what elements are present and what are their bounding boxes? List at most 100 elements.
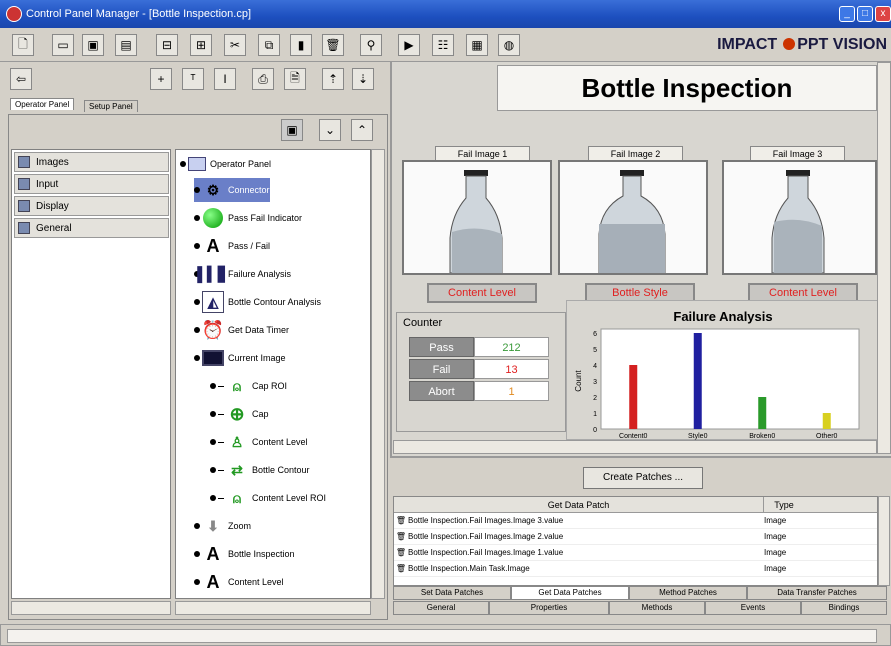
category-label: Display [36,200,69,212]
trash-icon[interactable]: 🗑 [394,532,408,541]
tree-item-cap-roi[interactable]: ⍝ Cap ROI [210,374,287,398]
tab-set-data-patches[interactable]: Set Data Patches [393,586,511,600]
tab-bindings[interactable]: Bindings [801,601,887,615]
add-icon[interactable]: + [150,68,172,90]
globe-icon[interactable]: ◍ [498,34,520,56]
canvas-vscrollbar[interactable] [877,62,891,454]
category-images[interactable]: Images [14,152,169,172]
text-cursor-icon[interactable]: I [214,68,236,90]
category-general[interactable]: General [14,218,169,238]
save-all-icon[interactable]: ▤ [115,34,137,56]
run-icon[interactable]: ▶ [398,34,420,56]
tree-bullet [194,243,200,249]
tree-bullet [194,523,200,529]
bottom-hscrollbar[interactable] [7,629,877,643]
tab-method-patches[interactable]: Method Patches [629,586,747,600]
properties-icon[interactable]: ☷ [432,34,454,56]
trash-icon[interactable]: 🗑 [394,516,408,525]
tab-events[interactable]: Events [705,601,801,615]
tree-item-zoom[interactable]: ⬇ Zoom [194,514,251,538]
main-toolbar: 🗋 ▭ ▣ ▤ ⊟ ⊞ ✂ ⧉ ▮ 🗑 ⚲ ▶ ☷ ▦ ◍ IMPACT PPT … [0,28,891,62]
close-button[interactable]: x [875,6,891,22]
paste-icon[interactable]: ▮ [290,34,312,56]
copy-icon[interactable]: ⧉ [258,34,280,56]
import-icon[interactable]: ⊟ [156,34,178,56]
tree-item-content-level-roi[interactable]: ⍝ Content Level ROI [210,486,326,510]
tree-item-content-level-text[interactable]: A Content Level [194,570,284,594]
label-tool-icon[interactable]: ᵀ [182,68,204,90]
category-input[interactable]: Input [14,174,169,194]
tree-label: Bottle Contour [252,465,310,475]
tree-item-bottle-contour-analysis[interactable]: ◭ Bottle Contour Analysis [194,290,321,314]
patches-vscrollbar[interactable] [878,496,890,586]
tab-operator-panel[interactable]: Operator Panel [10,98,75,110]
find-icon[interactable]: ⚲ [360,34,382,56]
col-get-data-patch[interactable]: Get Data Patch [394,497,764,512]
trash-icon[interactable]: 🗑 [394,548,408,557]
chevron-down-icon[interactable]: ⌄ [319,119,341,141]
category-label: General [36,222,72,234]
open-folder-icon[interactable]: ▭ [52,34,74,56]
tab-setup-panel[interactable]: Setup Panel [84,100,138,112]
tab-get-data-patches[interactable]: Get Data Patches [511,586,629,600]
bar-style0 [693,333,702,429]
delete-icon[interactable]: 🗑 [322,34,344,56]
tree-item-bottle-contour[interactable]: ⇄ Bottle Contour [210,458,310,482]
x-tick-label: Broken0 [749,433,775,440]
tree-label: Failure Analysis [228,269,292,279]
export-icon[interactable]: ⊞ [190,34,212,56]
tree-item-connector[interactable]: ⚙ Connector [194,178,270,202]
canvas-hscrollbar[interactable] [393,440,877,454]
tree-bullet [194,551,200,557]
patch-type: Image [764,564,787,573]
grid-icon[interactable]: ▦ [466,34,488,56]
tree-vscrollbar[interactable] [371,149,385,599]
table-header: Get Data Patch Type [394,497,877,513]
move-up-icon[interactable]: ⇡ [322,68,344,90]
collapse-icon[interactable]: ▣ [281,119,303,141]
category-hscrollbar[interactable] [11,601,171,615]
table-row[interactable]: 🗑 Bottle Inspection.Fail Images.Image 2.v… [394,529,877,545]
tab-properties[interactable]: Properties [489,601,609,615]
move-down-icon[interactable]: ⇣ [352,68,374,90]
chevron-up-icon[interactable]: ⌃ [351,119,373,141]
maximize-button[interactable]: □ [857,6,873,22]
tree-item-current-image[interactable]: Current Image [194,346,286,370]
tree-hscrollbar[interactable] [175,601,371,615]
tree-root[interactable]: Operator Panel [180,152,271,176]
counter-group: Counter Pass 212 Fail 13 Abort 1 [396,312,566,432]
tree-item-bottle-inspection[interactable]: A Bottle Inspection [194,542,295,566]
tree-item-failure-analysis[interactable]: ▌▍▋ Failure Analysis [194,262,291,286]
tree-bullet [194,299,200,305]
tree-item-pass-fail[interactable]: A Pass / Fail [194,234,270,258]
cut-icon[interactable]: ✂ [224,34,246,56]
y-tick-label: 4 [593,363,597,370]
counter-label: Fail [409,359,474,379]
left-pane: ⇦ + ᵀ I ⎙ 🗎 ⇡ ⇣ Operator Panel Setup Pan… [0,62,390,622]
new-file-icon[interactable]: 🗋 [12,34,34,56]
table-row[interactable]: 🗑 Bottle Inspection.Fail Images.Image 1.v… [394,545,877,561]
chart-svg: 0 1 2 3 4 5 6 Count Content0 Style0 Broken0 Other0 [574,328,860,440]
tree-item-get-data-timer[interactable]: ⏰ Get Data Timer [194,318,289,342]
create-patches-button[interactable]: Create Patches ... [583,467,703,489]
patch-type: Image [764,532,787,541]
minimize-button[interactable]: _ [839,6,855,22]
save-icon[interactable]: ▣ [82,34,104,56]
tab-data-transfer-patches[interactable]: Data Transfer Patches [747,586,887,600]
trash-icon[interactable]: 🗑 [394,564,408,573]
preview-icon[interactable]: 🗎 [284,68,306,90]
counter-label: Abort [409,381,474,401]
category-display[interactable]: Display [14,196,169,216]
print-icon[interactable]: ⎙ [252,68,274,90]
tab-general[interactable]: General [393,601,489,615]
tree-item-cap[interactable]: ⊕ Cap [210,402,269,426]
general-category-icon [18,222,30,234]
tab-methods[interactable]: Methods [609,601,705,615]
tree-item-content-level[interactable]: ♙ Content Level [210,430,308,454]
table-row[interactable]: 🗑 Bottle Inspection.Fail Images.Image 3.v… [394,513,877,529]
green-indicator-icon [202,207,224,229]
col-type[interactable]: Type [764,497,804,512]
table-row[interactable]: 🗑 Bottle Inspection.Main Task.Image Image [394,561,877,577]
tree-item-pass-fail-indicator[interactable]: Pass Fail Indicator [194,206,302,230]
back-icon[interactable]: ⇦ [10,68,32,90]
